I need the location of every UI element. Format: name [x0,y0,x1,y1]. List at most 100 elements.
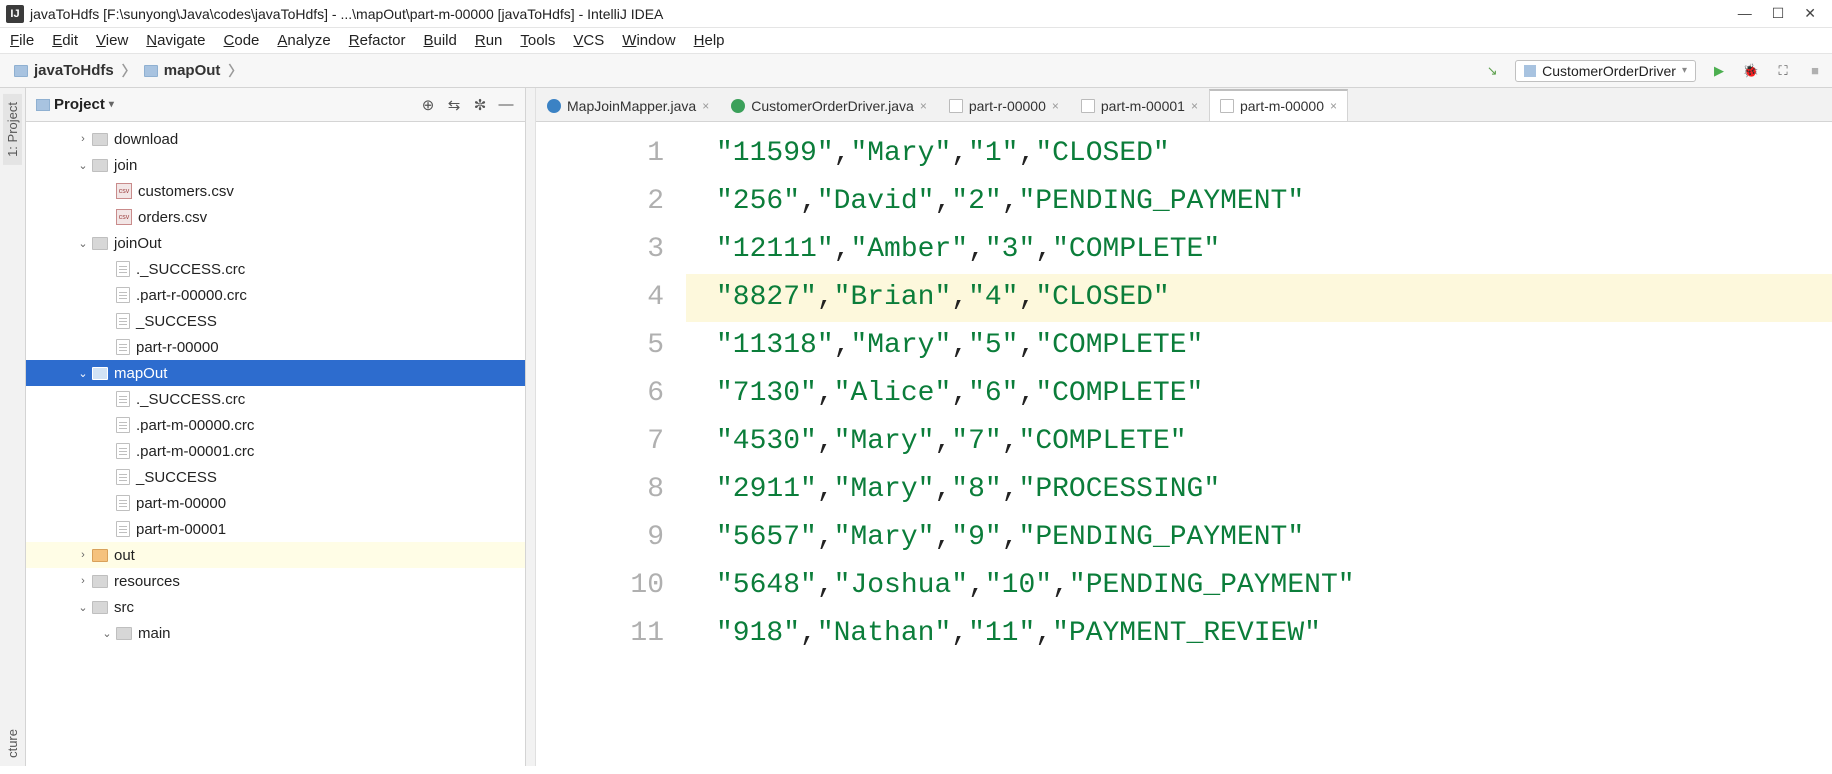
folder-icon [92,575,108,588]
tree-node--success[interactable]: _SUCCESS [26,464,525,490]
code-line[interactable]: "12111","Amber","3","COMPLETE" [686,226,1832,274]
close-icon[interactable]: × [1052,99,1059,113]
debug-icon[interactable]: 🐞 [1742,62,1760,80]
chevron-down-icon[interactable]: ⌄ [74,237,92,250]
editor-tab-part-m-00001[interactable]: part-m-00001 × [1070,89,1209,121]
structure-tool-tab[interactable]: cture [3,721,22,766]
tree-node-joinout[interactable]: ⌄joinOut [26,230,525,256]
folder-icon [144,65,158,77]
chevron-down-icon[interactable]: ⌄ [98,627,116,640]
tree-node---success-crc[interactable]: ._SUCCESS.crc [26,256,525,282]
code-line[interactable]: "11318","Mary","5","COMPLETE" [686,322,1832,370]
hide-icon[interactable]: — [497,96,515,114]
menu-file[interactable]: File [10,32,34,49]
tree-node-main[interactable]: ⌄main [26,620,525,646]
menu-refactor[interactable]: Refactor [349,32,406,49]
tree-node-download[interactable]: ›download [26,126,525,152]
tree-node-src[interactable]: ⌄src [26,594,525,620]
tree-node-label: .part-m-00001.crc [136,443,254,460]
maximize-button[interactable]: ☐ [1772,5,1785,22]
line-number: 7 [536,418,664,466]
chevron-right-icon[interactable]: › [74,133,92,145]
coverage-icon[interactable]: ⛶ [1774,62,1792,80]
tree-node-label: _SUCCESS [136,469,217,486]
line-number: 5 [536,322,664,370]
code-content[interactable]: "11599","Mary","1","CLOSED""256","David"… [686,122,1832,766]
tree-node-part-m-00000[interactable]: part-m-00000 [26,490,525,516]
code-line[interactable]: "918","Nathan","11","PAYMENT_REVIEW" [686,610,1832,658]
code-line[interactable]: "256","David","2","PENDING_PAYMENT" [686,178,1832,226]
tree-node--part-m-00000-crc[interactable]: .part-m-00000.crc [26,412,525,438]
tree-node---success-crc[interactable]: ._SUCCESS.crc [26,386,525,412]
menu-run[interactable]: Run [475,32,503,49]
run-config-selector[interactable]: CustomerOrderDriver ▾ [1515,60,1696,82]
chevron-right-icon[interactable]: › [74,575,92,587]
chevron-down-icon[interactable]: ⌄ [74,367,92,380]
editor-tab-part-r-00000[interactable]: part-r-00000 × [938,89,1070,121]
menu-navigate[interactable]: Navigate [146,32,205,49]
menu-window[interactable]: Window [622,32,675,49]
chevron-right-icon[interactable]: › [74,549,92,561]
tree-node-join[interactable]: ⌄join [26,152,525,178]
gear-icon[interactable]: ✼ [471,96,489,114]
file-icon [116,469,130,485]
menu-analyze[interactable]: Analyze [277,32,330,49]
tree-node--part-r-00000-crc[interactable]: .part-r-00000.crc [26,282,525,308]
breadcrumb-item[interactable]: javaToHdfs [8,60,120,81]
menu-view[interactable]: View [96,32,128,49]
tree-node-label: part-m-00001 [136,521,226,538]
menu-help[interactable]: Help [694,32,725,49]
code-line[interactable]: "2911","Mary","8","PROCESSING" [686,466,1832,514]
close-icon[interactable]: × [702,99,709,113]
menu-vcs[interactable]: VCS [573,32,604,49]
tab-label: part-r-00000 [969,98,1046,114]
line-number: 3 [536,226,664,274]
build-icon[interactable]: ↘ [1483,62,1501,80]
editor-tab-mapjoinmapper-java[interactable]: MapJoinMapper.java× [536,89,720,121]
code-line[interactable]: "11599","Mary","1","CLOSED" [686,130,1832,178]
minimize-button[interactable]: — [1738,5,1752,22]
code-line[interactable]: "5657","Mary","9","PENDING_PAYMENT" [686,514,1832,562]
chevron-down-icon[interactable]: ⌄ [74,159,92,172]
menu-code[interactable]: Code [224,32,260,49]
app-icon: IJ [6,5,24,23]
tree-node-orders-csv[interactable]: csvorders.csv [26,204,525,230]
tree-node-mapout[interactable]: ⌄mapOut [26,360,525,386]
run-icon[interactable]: ▶ [1710,62,1728,80]
close-icon[interactable]: × [920,99,927,113]
tree-node--success[interactable]: _SUCCESS [26,308,525,334]
tree-node-part-m-00001[interactable]: part-m-00001 [26,516,525,542]
chevron-down-icon[interactable]: ⌄ [74,601,92,614]
tab-label: part-m-00001 [1101,98,1185,114]
project-tree[interactable]: ›download⌄joincsvcustomers.csvcsvorders.… [26,122,525,766]
tree-node-customers-csv[interactable]: csvcustomers.csv [26,178,525,204]
code-line[interactable]: "8827","Brian","4","CLOSED" [686,274,1832,322]
project-view-selector[interactable]: Project ▾ [36,96,114,113]
code-line[interactable]: "4530","Mary","7","COMPLETE" [686,418,1832,466]
stop-icon[interactable]: ■ [1806,62,1824,80]
breadcrumb: javaToHdfs 〉 mapOut 〉 [8,60,242,81]
tree-node-label: .part-m-00000.crc [136,417,254,434]
close-icon[interactable]: × [1330,99,1337,113]
editor-tab-customerorderdriver-java[interactable]: CustomerOrderDriver.java × [720,89,938,121]
breadcrumb-sep: 〉 [122,61,136,81]
editor-tab-part-m-00000[interactable]: part-m-00000× [1209,89,1348,121]
collapse-icon[interactable]: ⇆ [445,96,463,114]
tree-node-resources[interactable]: ›resources [26,568,525,594]
breadcrumb-item[interactable]: mapOut [138,60,227,81]
editor[interactable]: 1234567891011 "11599","Mary","1","CLOSED… [536,122,1832,766]
tree-node--part-m-00001-crc[interactable]: .part-m-00001.crc [26,438,525,464]
menu-tools[interactable]: Tools [520,32,555,49]
menu-build[interactable]: Build [423,32,456,49]
splitter[interactable] [526,88,536,766]
menu-edit[interactable]: Edit [52,32,78,49]
close-icon[interactable]: × [1191,99,1198,113]
locate-icon[interactable]: ⊕ [419,96,437,114]
tab-label: CustomerOrderDriver.java [751,98,914,114]
project-tool-tab[interactable]: 1: Project [3,94,22,165]
code-line[interactable]: "5648","Joshua","10","PENDING_PAYMENT" [686,562,1832,610]
code-line[interactable]: "7130","Alice","6","COMPLETE" [686,370,1832,418]
close-button[interactable]: ✕ [1804,5,1816,22]
tree-node-part-r-00000[interactable]: part-r-00000 [26,334,525,360]
tree-node-out[interactable]: ›out [26,542,525,568]
